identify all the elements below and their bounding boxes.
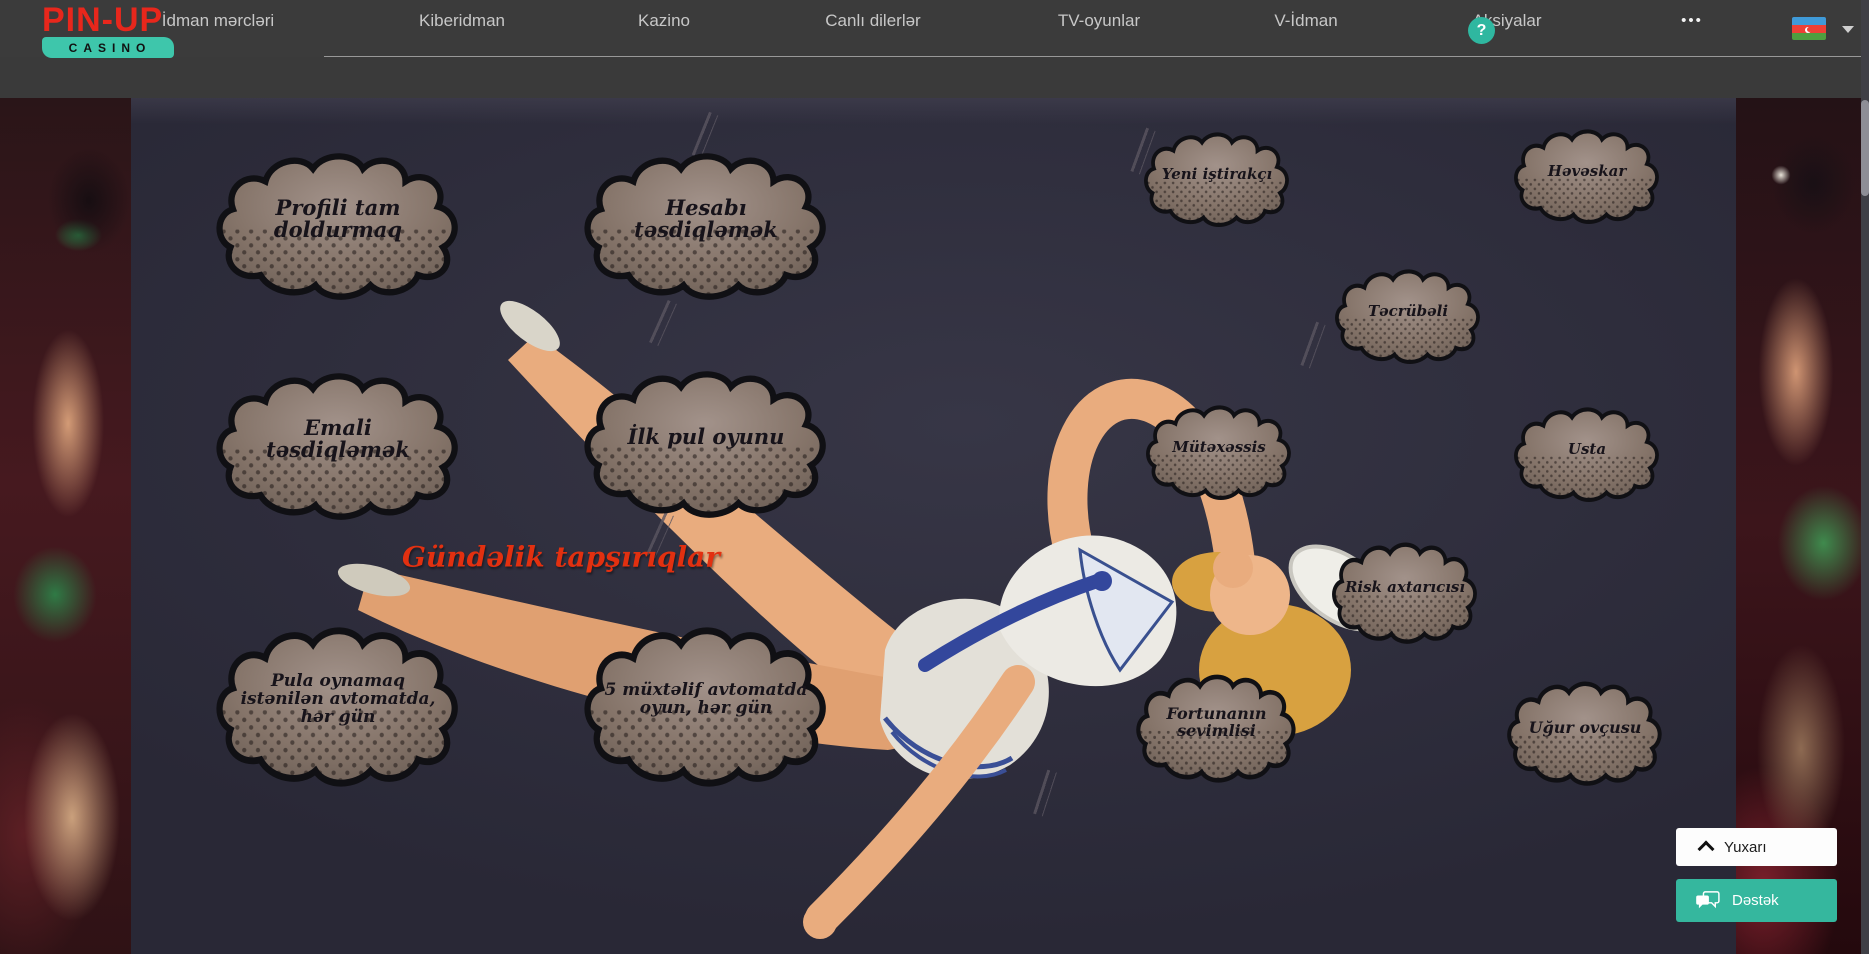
nav-item-esports[interactable]: Kiberidman [419,0,505,41]
scrollbar-thumb[interactable] [1861,100,1869,196]
nav-item-tv-games[interactable]: TV-oyunlar [1058,0,1140,41]
pinup-logo[interactable]: PIN-UP CASINO [42,4,192,60]
cloud-label: Profili tam doldurmaq [233,160,443,279]
chevron-up-icon [1698,841,1715,858]
nav-item-casino[interactable]: Kazino [638,0,690,41]
level-cloud-luck-hunter[interactable]: Uğur ovçusu [1505,680,1665,788]
cloud-label: Usta [1524,412,1650,488]
flag-crescent-icon [1805,27,1811,33]
language-dropdown-caret-icon[interactable] [1842,26,1854,33]
support-label: Dəstək [1732,892,1779,909]
page: PIN-UP CASINO ? Giriş Qeydiyyat İdman mə… [0,0,1869,954]
left-pinup-banner-image [0,98,131,954]
task-cloud-play-any-slot-daily[interactable]: Pula oynamaq istənilən avtomatda, hər gü… [213,625,463,790]
level-cloud-specialist[interactable]: Mütəxəssis [1144,404,1294,502]
scroll-top-label: Yuxarı [1724,839,1767,856]
cloud-label: Pula oynamaq istənilən avtomatda, hər gü… [233,635,443,764]
level-cloud-fortune-favorite[interactable]: Fortunanın sevimlisi [1134,673,1299,785]
nav-separator-line [324,56,1869,57]
nav-more-icon[interactable]: ••• [1681,0,1703,41]
cloud-label: Yeni iştirakçı [1154,137,1280,213]
logo-casino-banner: CASINO [42,37,174,58]
cloud-label: Uğur ovçusu [1518,686,1652,770]
cloud-label: İlk pul oyunu [601,378,811,497]
language-flag-azerbaijan[interactable] [1792,17,1826,40]
nav-item-v-sport[interactable]: V-İdman [1274,0,1337,41]
cloud-label: Hesabı təsdiqləmək [601,160,811,279]
level-cloud-newcomer[interactable]: Yeni iştirakçı [1142,131,1292,229]
scroll-to-top-button[interactable]: Yuxarı [1676,828,1837,866]
chat-bubbles-icon [1696,891,1720,911]
task-cloud-five-different-slots-daily[interactable]: 5 müxtəlif avtomatda oyun, hər gün [581,625,831,790]
main-navbar [0,57,1869,98]
level-cloud-amateur[interactable]: Həvəskar [1512,128,1662,226]
cloud-label: Təcrübəli [1345,274,1471,350]
page-scrollbar[interactable] [1861,0,1869,954]
cloud-label: Mütəxəssis [1156,410,1282,486]
level-cloud-risk-seeker[interactable]: Risk axtarıcısı [1330,541,1480,646]
right-pinup-banner-image [1736,98,1861,954]
cloud-label: Həvəskar [1524,134,1650,210]
task-cloud-first-money-game[interactable]: İlk pul oyunu [581,369,831,521]
flag-blue-stripe [1792,17,1826,25]
password-help-icon[interactable]: ? [1468,17,1495,44]
level-cloud-experienced[interactable]: Təcrübəli [1333,268,1483,366]
cloud-label: Fortunanın sevimlisi [1147,680,1286,767]
sailor-pinup-girl-illustration [300,250,1400,954]
cloud-label: Risk axtarıcısı [1342,547,1468,629]
flag-red-stripe [1792,25,1826,33]
flag-green-stripe [1792,33,1826,40]
cloud-label: 5 müxtəlif avtomatda oyun, hər gün [601,635,811,764]
level-cloud-master[interactable]: Usta [1512,406,1662,504]
logo-wordmark: PIN-UP [42,4,192,36]
daily-tasks-heading: Gündəlik tapşırıqlar [402,541,720,574]
cloud-label: Emali təsdiqləmək [233,380,443,499]
logo-casino-label: CASINO [65,41,152,55]
header [0,0,1869,57]
task-cloud-fill-profile[interactable]: Profili tam doldurmaq [213,151,463,303]
task-cloud-verify-email[interactable]: Emali təsdiqləmək [213,371,463,523]
nav-item-live-dealers[interactable]: Canlı dilerlər [825,0,920,41]
support-chat-button[interactable]: Dəstək [1676,879,1837,922]
task-cloud-verify-account[interactable]: Hesabı təsdiqləmək [581,151,831,303]
